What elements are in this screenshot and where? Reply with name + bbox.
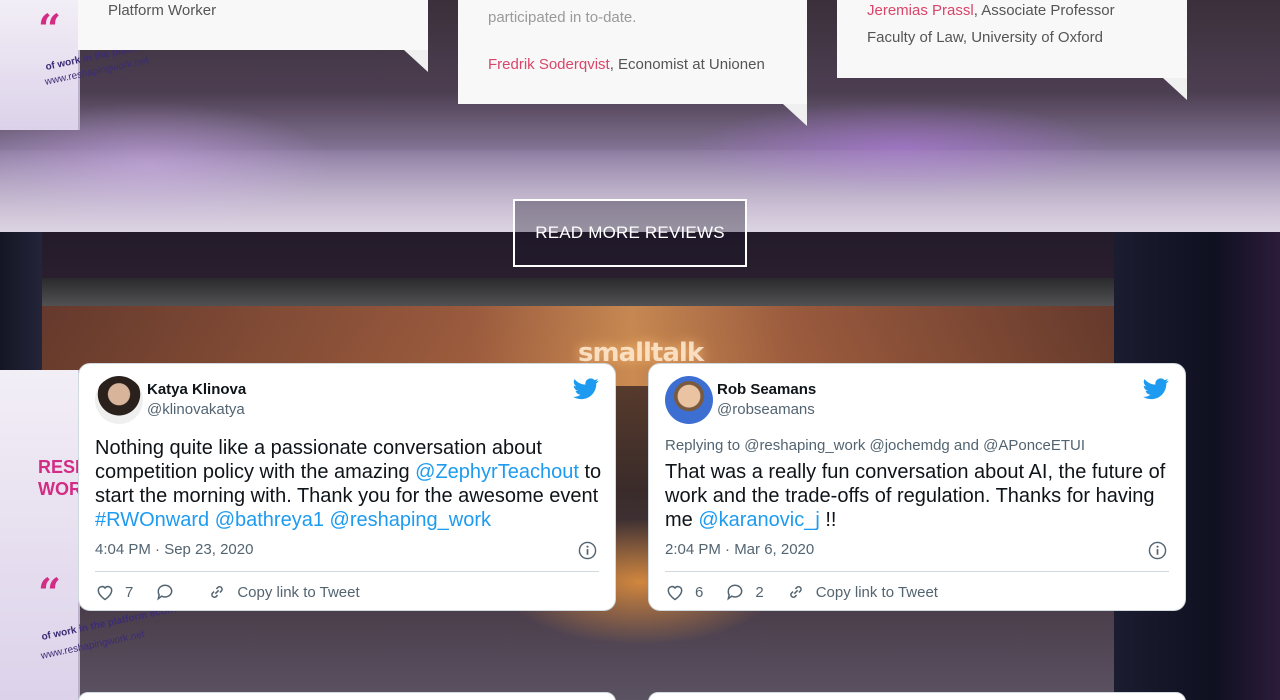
review-author-name: Jeremias Prassl	[867, 2, 974, 19]
review-author: Jeremias Prassl, Associate Professor	[867, 0, 1115, 24]
tweet-mention-link[interactable]: @bathreya1	[215, 509, 324, 531]
tweet-actions: 7 Copy link to Tweet	[95, 580, 382, 604]
background-ceiling	[42, 278, 1114, 306]
background-banner-top: “ of work in the platform economy www.re…	[0, 0, 198, 130]
review-card: participated in to-date. Fredrik Soderqv…	[458, 0, 807, 126]
tweet-text: That was a really fun conversation about…	[665, 460, 1175, 532]
reply-bubble-icon	[157, 584, 173, 601]
tweet-card-partial	[78, 692, 616, 700]
like-button[interactable]: 6	[665, 582, 703, 602]
copy-link-label: Copy link to Tweet	[815, 583, 938, 601]
heart-icon	[97, 585, 113, 601]
tweet-reply-context[interactable]: Replying to @reshaping_work @jochemdg an…	[665, 437, 1085, 454]
banner-quote-mark: “	[38, 6, 62, 53]
tweet-mention-link[interactable]: @ZephyrTeachout	[415, 461, 579, 483]
tweet-mention-link[interactable]: @karanovic_j	[698, 509, 819, 531]
tweet-display-name[interactable]: Rob Seamans	[717, 381, 816, 398]
twitter-bird-icon[interactable]	[1143, 378, 1169, 400]
reply-button[interactable]: 2	[725, 582, 764, 602]
tweet-card[interactable]: Katya Klinova @klinovakatya Nothing quit…	[78, 363, 616, 611]
review-author-role: , Associate Professor	[973, 2, 1115, 19]
review-author: Fredrik Soderqvist, Economist at Unionen	[488, 51, 765, 78]
reply-bubble-icon	[727, 584, 743, 601]
like-count: 7	[125, 583, 134, 601]
tweet-timestamp[interactable]: 4:04 PM · Sep 23, 2020	[95, 541, 253, 558]
read-more-reviews-button[interactable]: READ MORE REVIEWS	[513, 199, 747, 267]
review-card-notch	[1163, 78, 1187, 100]
info-icon[interactable]	[1148, 541, 1167, 560]
heart-icon	[667, 585, 683, 601]
review-card: Platform Worker	[78, 0, 428, 72]
tweet-divider	[665, 571, 1169, 572]
review-author-name: Fredrik Soderqvist	[488, 56, 610, 73]
avatar[interactable]	[95, 376, 143, 424]
tweet-handle[interactable]: @klinovakatya	[147, 401, 245, 418]
tweet-actions: 6 2 Copy link to Tweet	[665, 580, 960, 604]
tweet-divider	[95, 571, 599, 572]
tweet-display-name[interactable]: Katya Klinova	[147, 381, 246, 398]
tweet-timestamp[interactable]: 2:04 PM · Mar 6, 2020	[665, 541, 814, 558]
review-card: Jeremias Prassl, Associate Professor Fac…	[837, 0, 1187, 100]
reply-button[interactable]	[155, 582, 185, 602]
copy-link-label: Copy link to Tweet	[237, 583, 360, 601]
tweet-handle[interactable]: @robseamans	[717, 401, 815, 418]
avatar[interactable]	[665, 376, 713, 424]
link-icon	[211, 586, 224, 598]
banner-quote-mark-lower: “	[38, 570, 62, 617]
review-author-role: Platform Worker	[108, 2, 217, 19]
review-card-notch	[404, 50, 428, 72]
review-text: participated in to-date.	[488, 9, 637, 26]
review-author-role: , Economist at Unionen	[609, 56, 765, 73]
tweet-hashtag-link[interactable]: #RWOnward	[95, 509, 209, 531]
like-count: 6	[695, 583, 704, 601]
link-icon	[789, 586, 802, 598]
copy-link-button[interactable]: Copy link to Tweet	[207, 582, 360, 602]
reply-count: 2	[755, 583, 764, 601]
tweet-text: Nothing quite like a passionate conversa…	[95, 436, 605, 532]
info-icon[interactable]	[578, 541, 597, 560]
like-button[interactable]: 7	[95, 582, 133, 602]
tweet-card[interactable]: Rob Seamans @robseamans Replying to @res…	[648, 363, 1186, 611]
twitter-bird-icon[interactable]	[573, 378, 599, 400]
tweet-mention-link[interactable]: @reshaping_work	[330, 509, 492, 531]
review-author-affiliation: Faculty of Law, University of Oxford	[867, 29, 1103, 46]
background-banner-bottom: RESH WORK “ of work in the platform econ…	[0, 370, 194, 700]
copy-link-button[interactable]: Copy link to Tweet	[786, 582, 938, 602]
review-card-notch	[783, 104, 807, 126]
tweet-text-segment: !!	[819, 509, 837, 531]
tweet-card-partial	[648, 692, 1186, 700]
